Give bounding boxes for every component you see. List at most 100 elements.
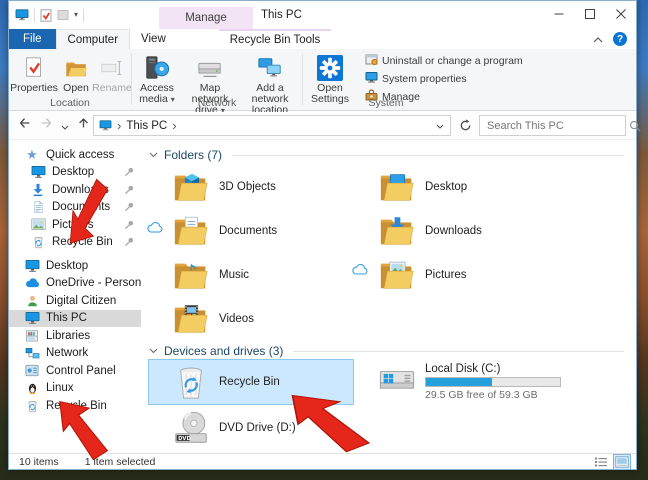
sidebar-item-this-pc[interactable]: This PC — [9, 310, 141, 328]
folder-tile-3d-objects[interactable]: 3D Objects — [148, 165, 354, 209]
refresh-icon[interactable] — [459, 119, 472, 137]
open-button[interactable]: Open — [59, 52, 93, 94]
close-button[interactable] — [605, 1, 636, 27]
folder-tile-videos[interactable]: Videos — [148, 297, 354, 341]
recyclebin-icon — [24, 398, 40, 414]
search-box[interactable] — [479, 115, 626, 136]
tile-label: Downloads — [425, 225, 482, 237]
devices-grid: Recycle Bin Local Disk (C:)29.5 GB free o… — [148, 359, 624, 451]
annotation-arrow-recycle-bin-tile — [288, 393, 378, 453]
sidebar-item-label: Digital Citizen — [46, 295, 116, 307]
up-button[interactable] — [76, 116, 91, 135]
title-bar: ▾ Manage This PC — [9, 1, 636, 29]
folder-tile-music[interactable]: ♪ Music — [148, 253, 354, 297]
fdocs-icon — [171, 212, 211, 250]
pictures-icon — [30, 217, 46, 233]
bin40-icon — [171, 363, 211, 401]
tile-label: Music — [219, 269, 249, 281]
customize-toolbar-dropdown-icon[interactable]: ▾ — [74, 11, 78, 19]
search-input[interactable] — [480, 120, 629, 132]
sidebar-item-digital-citizen[interactable]: Digital Citizen — [9, 292, 141, 310]
tab-recycle-bin-tools[interactable]: Recycle Bin Tools — [219, 29, 332, 49]
breadcrumb-chevron[interactable]: › — [117, 119, 121, 132]
disk40-icon — [377, 363, 417, 401]
settings-gear-icon — [317, 54, 343, 81]
forward-button[interactable] — [39, 116, 54, 135]
device-tile-local-disk-c-[interactable]: Local Disk (C:)29.5 GB free of 59.3 GB — [354, 359, 624, 405]
breadcrumb-chevron[interactable]: › — [172, 119, 176, 132]
tab-view[interactable]: View — [130, 29, 177, 49]
pin-icon — [124, 220, 134, 230]
window-title: This PC — [261, 1, 302, 29]
group-label-system: System — [243, 97, 529, 109]
linux-icon — [24, 380, 40, 396]
desktop-icon — [30, 164, 46, 180]
sidebar-item-onedrive-personal[interactable]: OneDrive - Personal — [9, 275, 141, 293]
sidebar-item-network[interactable]: Network — [9, 345, 141, 363]
fdesktop-icon — [377, 168, 417, 206]
thispc-icon — [24, 310, 40, 326]
sidebar-item-desktop[interactable]: Desktop — [9, 257, 141, 275]
sidebar-item-label: Libraries — [46, 330, 90, 342]
rename-icon — [100, 54, 124, 81]
new-folder-icon — [57, 9, 69, 21]
tile-label: Videos — [219, 313, 254, 325]
thumbnail-view-button[interactable] — [613, 454, 631, 470]
system-properties-button[interactable]: System properties — [365, 71, 523, 86]
ribbon-group-system: Open Settings Uninstall or change a prog… — [303, 49, 529, 110]
network-icon — [24, 345, 40, 361]
sidebar-item-label: Desktop — [46, 260, 88, 272]
uninstall-icon — [365, 53, 378, 69]
libraries-icon — [24, 328, 40, 344]
properties-shortcut-icon[interactable] — [40, 9, 52, 22]
uninstall-program-button[interactable]: Uninstall or change a program — [365, 53, 523, 68]
disk-usage-bar — [425, 377, 561, 387]
sidebar-item-label: Network — [46, 347, 88, 359]
controlpanel-icon — [24, 363, 40, 379]
properties-icon — [22, 54, 46, 81]
pin-icon — [124, 167, 134, 177]
sidebar-item-label: This PC — [46, 312, 87, 324]
folders-group-header[interactable]: Folders (7) — [149, 147, 624, 163]
devices-group-header[interactable]: Devices and drives (3) — [149, 343, 624, 359]
sidebar-item-linux[interactable]: Linux — [9, 380, 141, 398]
onedrive-icon — [24, 275, 40, 291]
pin-icon — [124, 185, 134, 195]
desktop-background: ▾ Manage This PC File Computer View Recy… — [0, 0, 648, 480]
tile-label: Documents — [219, 225, 277, 237]
pin-icon — [124, 202, 134, 212]
minimize-button[interactable] — [543, 1, 574, 27]
sidebar-item-label: Desktop — [52, 166, 94, 178]
address-bar[interactable]: › This PC › — [93, 115, 451, 136]
sidebar-item-label: OneDrive - Personal — [46, 277, 141, 289]
address-dropdown-icon[interactable] — [436, 120, 444, 132]
folder-tile-documents[interactable]: Documents — [148, 209, 354, 253]
folder-tile-desktop[interactable]: Desktop — [354, 165, 624, 209]
help-icon[interactable]: ? — [613, 32, 627, 46]
sidebar-item-control-panel[interactable]: Control Panel — [9, 362, 141, 380]
open-folder-icon — [64, 54, 88, 81]
onedrive-sync-cloud-icon — [352, 262, 368, 273]
back-button[interactable] — [17, 116, 32, 135]
breadcrumb-this-pc[interactable]: This PC — [126, 120, 167, 132]
folder-tile-downloads[interactable]: Downloads — [354, 209, 624, 253]
recyclebin-icon — [30, 234, 46, 250]
collapse-group-icon[interactable] — [149, 348, 158, 354]
contextual-tab-group-label: Manage — [159, 7, 253, 29]
folder-tile-pictures[interactable]: Pictures — [354, 253, 624, 297]
content-pane: Folders (7) 3D ObjectsDesktop Documents Do… — [141, 141, 636, 453]
details-view-button[interactable] — [592, 454, 610, 470]
collapse-group-icon[interactable] — [149, 152, 158, 158]
group-header-rule — [232, 155, 624, 156]
search-icon — [629, 120, 641, 132]
sidebar-item-libraries[interactable]: Libraries — [9, 327, 141, 345]
maximize-button[interactable] — [574, 1, 605, 27]
tab-computer[interactable]: Computer — [56, 29, 131, 49]
properties-button[interactable]: Properties — [9, 52, 59, 94]
sidebar-item-quick-access[interactable]: ★Quick access — [9, 146, 141, 164]
recent-locations-dropdown-icon[interactable] — [61, 117, 69, 135]
fmusic-icon: ♪ — [171, 256, 211, 294]
tab-file[interactable]: File — [9, 29, 56, 49]
collapse-ribbon-icon[interactable] — [593, 30, 603, 48]
tile-label: Recycle Bin — [219, 376, 280, 388]
